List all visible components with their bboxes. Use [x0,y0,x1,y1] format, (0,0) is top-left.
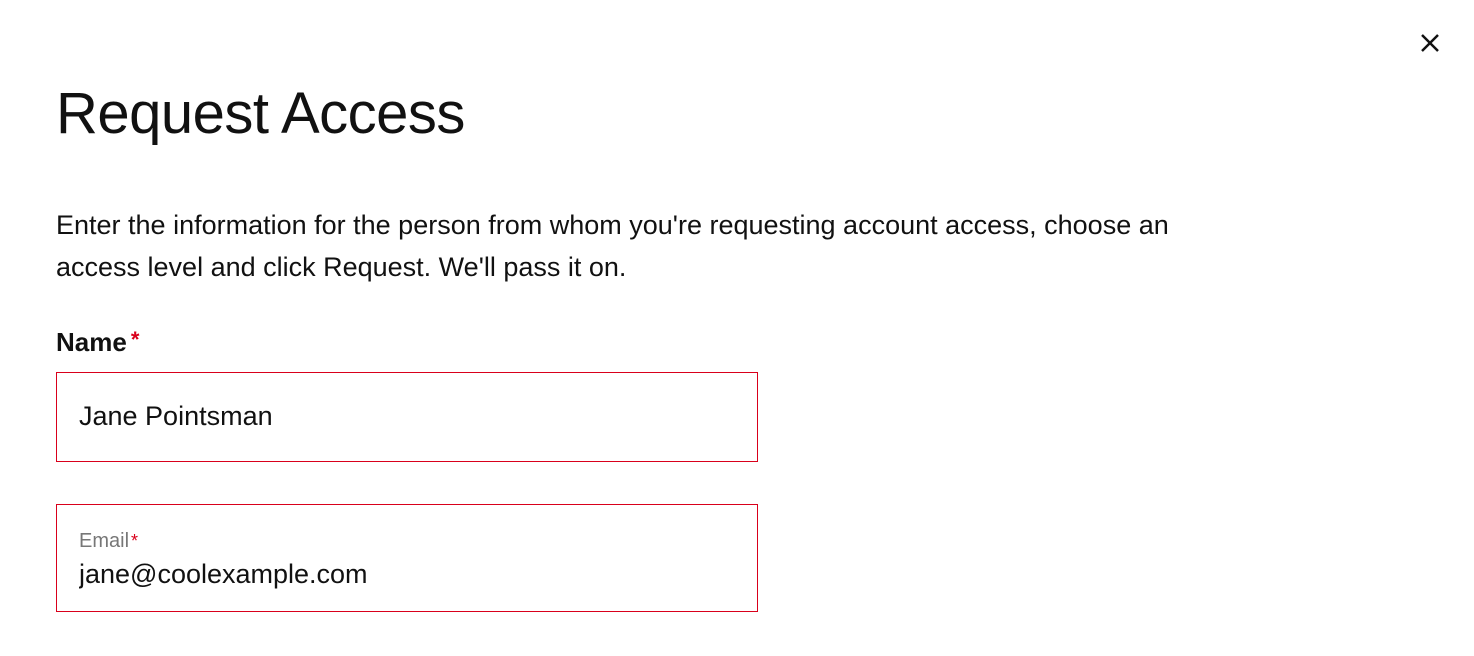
email-label: Email* [79,530,735,553]
close-button[interactable] [1414,28,1446,60]
name-input[interactable] [79,401,735,432]
close-icon [1418,31,1442,58]
email-label-text: Email [79,530,129,552]
dialog-description: Enter the information for the person fro… [56,205,1216,289]
required-indicator: * [131,327,140,352]
dialog-title: Request Access [56,80,1324,147]
name-label-text: Name [56,327,127,357]
required-indicator: * [131,531,138,551]
name-label: Name* [56,327,1324,358]
email-input[interactable] [79,559,735,590]
email-input-container: Email* [56,504,758,612]
name-input-container [56,372,758,462]
request-access-dialog: Request Access Enter the information for… [0,0,1380,612]
